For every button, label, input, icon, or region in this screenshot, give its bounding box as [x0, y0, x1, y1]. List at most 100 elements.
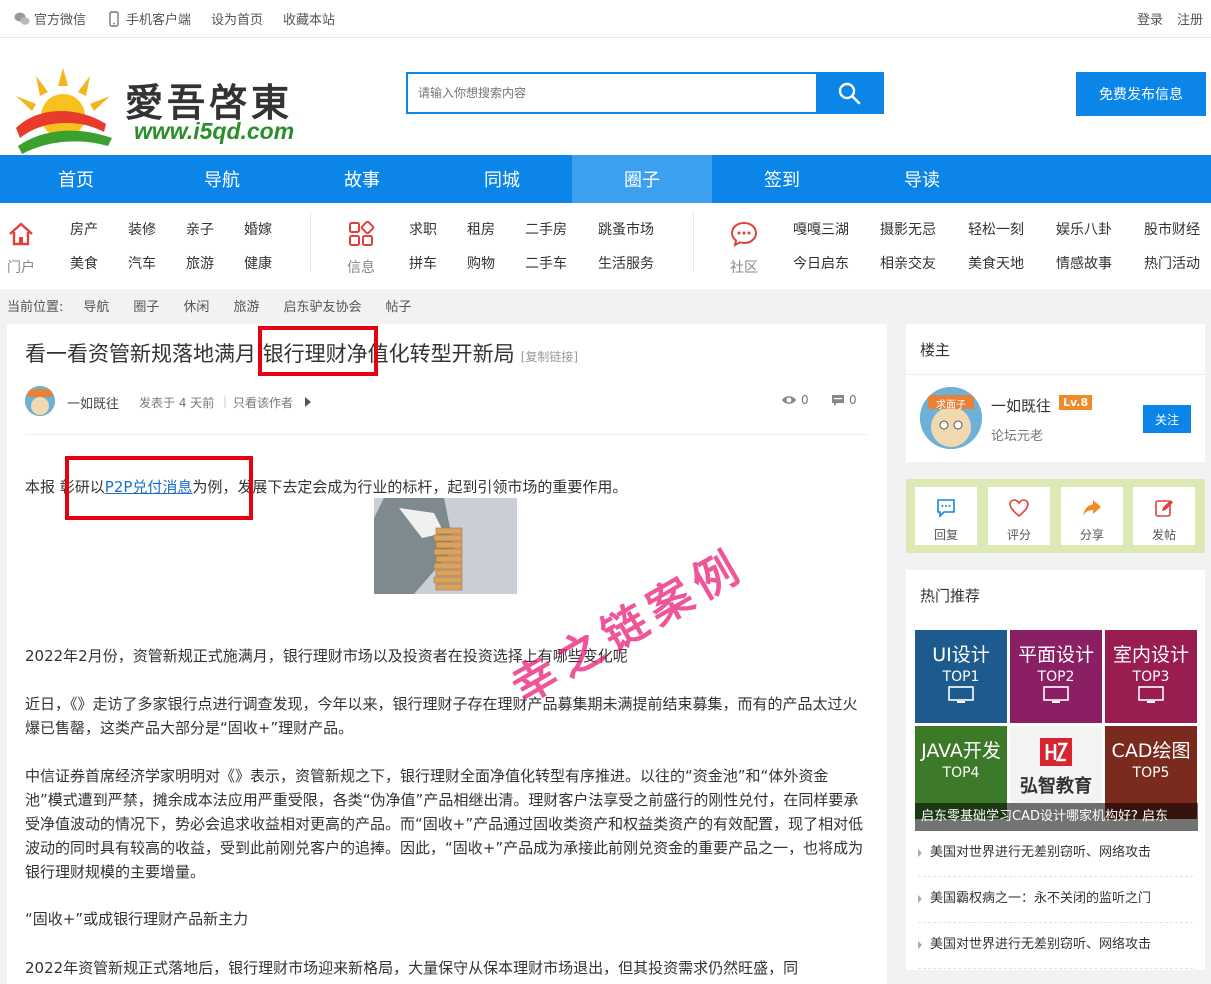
- cat-link[interactable]: 美食天地: [968, 253, 1024, 273]
- owner-rank: 论坛元老: [991, 429, 1044, 444]
- share-button[interactable]: 分享: [1061, 487, 1123, 545]
- site-header: 愛吾啓東 www.i5qd.com 免费发布信息: [0, 38, 1211, 155]
- breadcrumb-item[interactable]: 帖子: [385, 296, 411, 315]
- cat-link[interactable]: 购物: [467, 253, 495, 273]
- info-category[interactable]: 信息: [343, 219, 379, 277]
- divider: [693, 213, 694, 271]
- new-post-button[interactable]: 发帖: [1133, 487, 1195, 545]
- breadcrumb-item[interactable]: 圈子: [133, 296, 159, 315]
- mobile-link[interactable]: 手机客户端: [106, 9, 191, 28]
- cat-link[interactable]: 跳蚤市场: [598, 219, 654, 239]
- cat-link[interactable]: 拼车: [409, 253, 437, 273]
- grid-icon: [349, 220, 375, 246]
- wechat-link[interactable]: 官方微信: [14, 9, 86, 28]
- tile: UI设计 TOP1: [915, 630, 1007, 723]
- author-name[interactable]: 一如既往: [67, 393, 119, 412]
- cat-link[interactable]: 二手车: [525, 253, 567, 273]
- breadcrumb-item[interactable]: 旅游: [233, 296, 259, 315]
- register-link[interactable]: 注册: [1177, 9, 1203, 28]
- avatar-tag: 求面子: [936, 400, 966, 411]
- nav-circle[interactable]: 圈子: [572, 155, 712, 203]
- set-home-link[interactable]: 设为首页: [211, 9, 263, 28]
- phone-icon: [109, 10, 119, 27]
- post-content: 看一看资管新规落地满月 银行理财净值化转型开新局 [复制链接] 一如既往 发表于 …: [7, 324, 887, 984]
- cat-link[interactable]: 相亲交友: [880, 253, 936, 273]
- hz-logo-icon: [1040, 738, 1072, 766]
- wechat-icon: [14, 12, 30, 25]
- cat-link[interactable]: 情感故事: [1056, 253, 1112, 273]
- owner-avatar[interactable]: 求面子: [920, 387, 982, 449]
- tile: 室内设计 TOP3: [1105, 630, 1197, 723]
- cat-link[interactable]: 摄影无忌: [880, 219, 936, 239]
- paragraph: 中信证券首席经济学家明明对《》表示，资管新规之下，银行理财全面净值化转型有序推进…: [25, 767, 864, 881]
- nav-local[interactable]: 同城: [432, 155, 572, 203]
- nav-story[interactable]: 故事: [292, 155, 432, 203]
- view-count: 0: [781, 393, 809, 407]
- cat-link[interactable]: 健康: [244, 253, 272, 273]
- chat-bubble-icon: [730, 221, 758, 247]
- breadcrumb: 当前位置: 导航 圈子 休闲 旅游 启东驴友协会 帖子: [0, 289, 1211, 321]
- post-meta: 一如既往 发表于 4 天前 | 只看该作者 0 0: [25, 384, 867, 416]
- breadcrumb-item[interactable]: 启东驴友协会: [283, 296, 361, 315]
- cat-link[interactable]: 房产: [70, 219, 98, 239]
- cat-link[interactable]: 轻松一刻: [968, 219, 1024, 239]
- edit-icon: [1155, 500, 1173, 517]
- nav-home[interactable]: 首页: [0, 155, 152, 203]
- list-item[interactable]: 美国霸权病之一：永不关闭的监听之门: [918, 876, 1193, 923]
- cat-link[interactable]: 租房: [467, 219, 495, 239]
- breadcrumb-item[interactable]: 休闲: [183, 296, 209, 315]
- monitor-icon: [1138, 686, 1164, 703]
- hot-recommend: 热门推荐 UI设计 TOP1 平面设计 TOP2 室内设计 TOP3 JAVA开…: [906, 570, 1205, 970]
- nav-guide[interactable]: 导航: [152, 155, 292, 203]
- search-box: [406, 72, 884, 114]
- login-link[interactable]: 登录: [1137, 9, 1163, 28]
- recommend-caption[interactable]: 启东零基础学习CAD设计哪家机构好? 启东: [915, 803, 1198, 831]
- reply-button[interactable]: 回复: [915, 487, 977, 545]
- share-arrow-icon: [1083, 500, 1101, 516]
- community-category[interactable]: 社区: [726, 219, 762, 277]
- cat-link[interactable]: 旅游: [186, 253, 214, 273]
- publish-button[interactable]: 免费发布信息: [1076, 72, 1206, 116]
- hot-title: 热门推荐: [920, 587, 981, 605]
- nav-checkin[interactable]: 签到: [712, 155, 852, 203]
- portal-category[interactable]: 门户: [4, 219, 38, 277]
- cat-link[interactable]: 求职: [409, 219, 437, 239]
- rate-button[interactable]: 评分: [988, 487, 1050, 545]
- only-author-link[interactable]: 只看该作者: [233, 394, 293, 411]
- breadcrumb-item[interactable]: 导航: [83, 296, 109, 315]
- search-input[interactable]: [408, 74, 816, 112]
- copy-link-button[interactable]: [复制链接]: [521, 350, 578, 364]
- top-bar: 官方微信 手机客户端 设为首页 收藏本站 登录 注册: [0, 0, 1211, 38]
- cat-link[interactable]: 今日启东: [793, 253, 849, 273]
- cat-link[interactable]: 嘎嘎三湖: [793, 219, 849, 239]
- list-item[interactable]: 美国对世界进行无差别窃听、网络攻击: [918, 922, 1193, 969]
- owner-name[interactable]: 一如既往: [991, 395, 1051, 416]
- search-button[interactable]: [816, 74, 882, 112]
- home-icon: [9, 222, 33, 246]
- separator: |: [223, 394, 228, 408]
- cat-link[interactable]: 亲子: [186, 219, 214, 239]
- avatar-image-icon: [25, 386, 55, 416]
- post-time: 发表于 4 天前: [139, 396, 215, 410]
- site-logo[interactable]: 愛吾啓東 www.i5qd.com: [8, 66, 308, 156]
- favorite-link[interactable]: 收藏本站: [283, 9, 335, 28]
- cat-link[interactable]: 婚嫁: [244, 219, 272, 239]
- nav-reading[interactable]: 导读: [852, 155, 992, 203]
- cat-link[interactable]: 二手房: [525, 219, 567, 239]
- cat-link[interactable]: 汽车: [128, 253, 156, 273]
- paragraph: 2022年资管新规正式落地后，银行理财市场迎来新格局，大量保守从保本理财市场退出…: [25, 959, 799, 977]
- triangle-right-icon: [305, 397, 311, 407]
- cat-link[interactable]: 股市财经: [1144, 219, 1200, 239]
- cat-link[interactable]: 美食: [70, 253, 98, 273]
- avatar[interactable]: [25, 386, 55, 416]
- cat-link[interactable]: 娱乐八卦: [1056, 219, 1112, 239]
- cat-link[interactable]: 生活服务: [598, 253, 654, 273]
- cat-link[interactable]: 热门活动: [1144, 253, 1200, 273]
- comment-count: 0: [831, 393, 857, 407]
- cat-link[interactable]: 装修: [128, 219, 156, 239]
- highlight-box: [65, 456, 253, 520]
- divider: [25, 434, 867, 435]
- recommend-image[interactable]: UI设计 TOP1 平面设计 TOP2 室内设计 TOP3 JAVA开发 TOP…: [915, 630, 1198, 830]
- list-item[interactable]: 美国对世界进行无差别窃听、网络攻击: [918, 830, 1193, 877]
- follow-button[interactable]: 关注: [1143, 405, 1191, 433]
